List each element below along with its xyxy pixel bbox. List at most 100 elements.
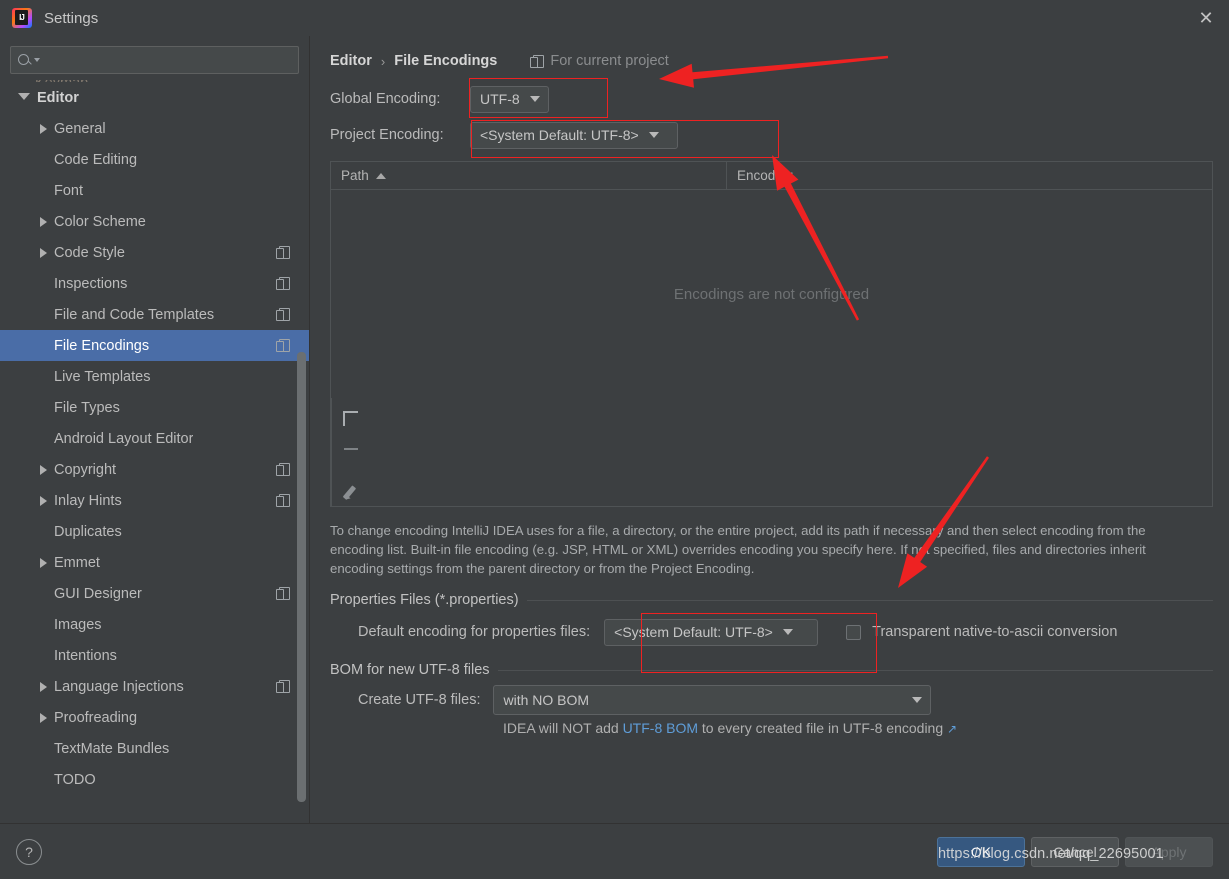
project-encoding-row: Project Encoding: <System Default: UTF-8… (330, 117, 1213, 153)
sidebar-item-inlay-hints[interactable]: Inlay Hints (0, 485, 309, 516)
sidebar-item-android-layout-editor[interactable]: Android Layout Editor (0, 423, 309, 454)
properties-group-title: Properties Files (*.properties) (330, 592, 519, 608)
scope-label: For current project (550, 53, 668, 69)
create-utf8-dropdown[interactable]: with NO BOM (493, 685, 931, 715)
breadcrumb: Editor › File Encodings For current proj… (330, 50, 1213, 72)
create-utf8-label: Create UTF-8 files: (358, 692, 480, 708)
close-icon[interactable]: ✕ (1183, 0, 1229, 36)
cancel-button[interactable]: Cancel (1031, 837, 1119, 867)
sidebar-item-label: Intentions (54, 648, 117, 664)
column-header-path[interactable]: Path (331, 162, 727, 189)
sort-ascending-icon (376, 173, 386, 179)
sidebar-item-gui-designer[interactable]: GUI Designer (0, 578, 309, 609)
sidebar-item-intentions[interactable]: Intentions (0, 640, 309, 671)
transparent-conversion-checkbox[interactable] (846, 625, 861, 640)
sidebar-item-label: File Types (54, 400, 120, 416)
table-toolbar (331, 398, 369, 506)
bom-hint: IDEA will NOT add UTF-8 BOM to every cre… (358, 720, 1213, 736)
utf8-bom-link[interactable]: UTF-8 BOM (623, 720, 698, 736)
column-header-encoding[interactable]: Encoding (727, 162, 1212, 189)
sidebar-item-duplicates[interactable]: Duplicates (0, 516, 309, 547)
chevron-right-icon[interactable] (40, 217, 47, 227)
chevron-right-icon[interactable] (40, 124, 47, 134)
sidebar-item-file-types[interactable]: File Types (0, 392, 309, 423)
settings-sidebar: KeymapEditorGeneralCode EditingFontColor… (0, 36, 310, 823)
sidebar-item-images[interactable]: Images (0, 609, 309, 640)
sidebar-item-emmet[interactable]: Emmet (0, 547, 309, 578)
encodings-note: To change encoding IntelliJ IDEA uses fo… (330, 521, 1192, 578)
sidebar-item-file-encodings[interactable]: File Encodings (0, 330, 309, 361)
help-button[interactable]: ? (16, 839, 42, 865)
copy-icon (276, 494, 289, 507)
external-link-icon: ↗ (947, 722, 957, 736)
edit-encoding-button[interactable] (337, 478, 365, 506)
ok-button[interactable]: OK (937, 837, 1025, 867)
create-utf8-row: Create UTF-8 files: with NO BOM (358, 678, 1213, 722)
column-header-path-label: Path (341, 168, 369, 183)
search-input[interactable] (10, 46, 299, 74)
sidebar-item-editor[interactable]: Editor (0, 82, 309, 113)
copy-icon (276, 308, 289, 321)
sidebar-item-code-style[interactable]: Code Style (0, 237, 309, 268)
project-encoding-dropdown[interactable]: <System Default: UTF-8> (470, 122, 678, 149)
sidebar-item-font[interactable]: Font (0, 175, 309, 206)
add-encoding-button[interactable] (337, 404, 365, 432)
encodings-table: Path Encoding Encodings are not configur… (330, 161, 1213, 507)
copy-icon (276, 587, 289, 600)
bom-group: BOM for new UTF-8 files Create UTF-8 fil… (330, 662, 1213, 736)
chevron-down-icon (783, 629, 793, 635)
chevron-right-icon[interactable] (40, 713, 47, 723)
bom-group-title: BOM for new UTF-8 files (330, 662, 490, 678)
sidebar-item-language-injections[interactable]: Language Injections (0, 671, 309, 702)
main-panel: Editor › File Encodings For current proj… (310, 36, 1229, 823)
chevron-down-icon[interactable] (18, 93, 30, 100)
sidebar-item-label: Android Layout Editor (54, 431, 193, 447)
sidebar-item-code-editing[interactable]: Code Editing (0, 144, 309, 175)
global-encoding-dropdown[interactable]: UTF-8 (470, 86, 549, 113)
sidebar-item-label: File and Code Templates (54, 307, 214, 323)
sidebar-item-inspections[interactable]: Inspections (0, 268, 309, 299)
window-title: Settings (44, 10, 98, 27)
sidebar-item-proofreading[interactable]: Proofreading (0, 702, 309, 733)
settings-tree: KeymapEditorGeneralCode EditingFontColor… (0, 80, 309, 823)
sidebar-item-copyright[interactable]: Copyright (0, 454, 309, 485)
sidebar-item-label: GUI Designer (54, 586, 142, 602)
sidebar-item-label: Images (54, 617, 102, 633)
properties-encoding-dropdown[interactable]: <System Default: UTF-8> (604, 619, 818, 646)
chevron-right-icon[interactable] (40, 558, 47, 568)
sidebar-item-textmate-bundles[interactable]: TextMate Bundles (0, 733, 309, 764)
sidebar-item-label: General (54, 121, 106, 137)
breadcrumb-current: File Encodings (394, 53, 497, 69)
properties-files-group: Properties Files (*.properties) Default … (330, 592, 1213, 656)
chevron-right-icon[interactable] (40, 465, 47, 475)
chevron-right-icon[interactable] (40, 496, 47, 506)
sidebar-item-label: Inlay Hints (54, 493, 122, 509)
sidebar-item-general[interactable]: General (0, 113, 309, 144)
sidebar-item-live-templates[interactable]: Live Templates (0, 361, 309, 392)
transparent-conversion-checkbox-row[interactable]: Transparent native-to-ascii conversion (846, 624, 1117, 640)
sidebar-item-label: Editor (37, 90, 79, 106)
sidebar-item-label: Code Editing (54, 152, 137, 168)
group-divider (527, 600, 1213, 601)
sidebar-item-label: Copyright (54, 462, 116, 478)
sidebar-scrollbar[interactable] (297, 80, 306, 823)
copy-icon (276, 463, 289, 476)
sidebar-scrollbar-thumb[interactable] (297, 352, 306, 802)
sidebar-item-file-and-code-templates[interactable]: File and Code Templates (0, 299, 309, 330)
copy-icon (530, 55, 543, 68)
sidebar-item-label: File Encodings (54, 338, 149, 354)
column-header-encoding-label: Encoding (737, 168, 793, 183)
sidebar-item-color-scheme[interactable]: Color Scheme (0, 206, 309, 237)
dialog-footer: ? OK Cancel Apply (0, 823, 1229, 879)
chevron-right-icon[interactable] (40, 682, 47, 692)
properties-encoding-row: Default encoding for properties files: <… (358, 608, 1213, 656)
project-encoding-label: Project Encoding: (330, 127, 470, 143)
global-encoding-row: Global Encoding: UTF-8 (330, 81, 1213, 117)
copy-icon (276, 339, 289, 352)
sidebar-item-label: Font (54, 183, 83, 199)
breadcrumb-separator: › (381, 54, 385, 69)
breadcrumb-parent[interactable]: Editor (330, 53, 372, 69)
sidebar-item-todo[interactable]: TODO (0, 764, 309, 795)
chevron-right-icon[interactable] (40, 248, 47, 258)
remove-encoding-button[interactable] (337, 441, 365, 469)
